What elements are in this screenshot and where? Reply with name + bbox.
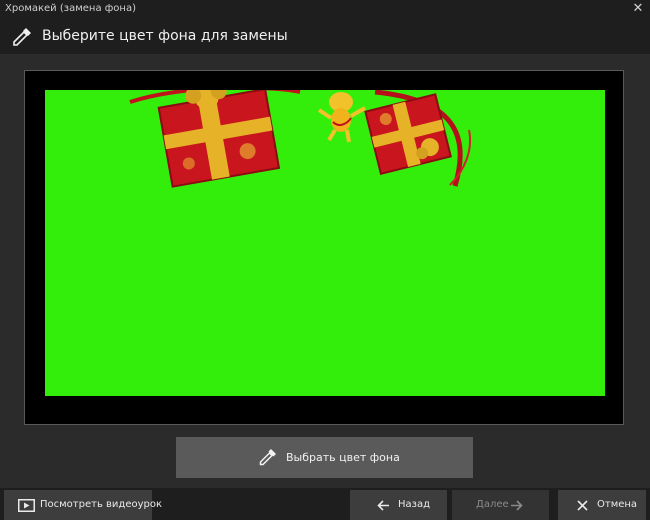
window-close-button[interactable]: ✕ [632,2,644,16]
next-button[interactable]: Далее [452,490,549,520]
footer-bar: Посмотреть видеоурок Назад Далее Отмена [0,488,650,520]
watch-tutorial-label: Посмотреть видеоурок [40,499,163,510]
close-icon [577,500,588,511]
cancel-button[interactable]: Отмена [558,490,646,520]
eyedropper-icon [13,28,31,46]
page-title: Выберите цвет фона для замены [42,28,288,44]
gift-boxes-image [129,90,471,188]
arrow-right-icon [511,500,523,511]
step-header: Выберите цвет фона для замены [0,20,650,54]
video-preview[interactable] [45,90,605,396]
arrow-left-icon [377,500,389,511]
pick-background-color-button[interactable]: Выбрать цвет фона [176,437,473,478]
next-label: Далее [476,499,509,510]
play-icon [18,499,35,512]
eyedropper-icon [259,449,276,466]
watch-tutorial-button[interactable]: Посмотреть видеоурок [4,490,162,520]
video-preview-frame [24,70,624,425]
cancel-label: Отмена [597,499,638,510]
back-button[interactable]: Назад [350,490,447,520]
back-label: Назад [398,499,431,510]
window-title: Хромакей (замена фона) [5,3,136,14]
pick-background-color-label: Выбрать цвет фона [286,451,400,464]
window-titlebar: Хромакей (замена фона) ✕ [0,0,650,20]
